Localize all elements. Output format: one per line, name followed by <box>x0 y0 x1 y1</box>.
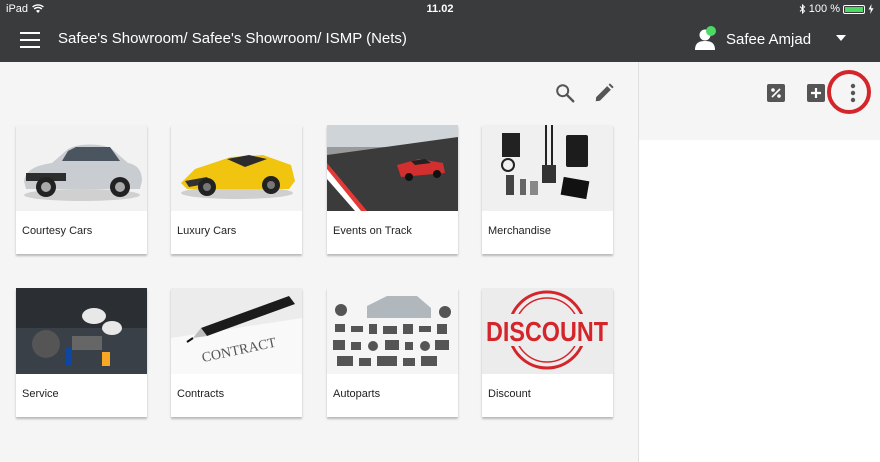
breadcrumb-title: Safee's Showroom/ Safee's Showroom/ ISMP… <box>58 30 407 47</box>
merchandise-image <box>482 125 613 211</box>
category-label: Events on Track <box>333 225 412 237</box>
bluetooth-icon <box>799 4 806 14</box>
battery-fill <box>845 6 863 12</box>
pencil-icon[interactable] <box>593 82 615 104</box>
autoparts-image <box>327 288 458 374</box>
user-menu[interactable]: Safee Amjad <box>694 26 811 52</box>
add-box-icon[interactable] <box>807 84 825 102</box>
status-bar: iPad 11.02 100 % <box>0 0 880 18</box>
app-header: Safee's Showroom/ Safee's Showroom/ ISMP… <box>0 18 880 62</box>
battery-icon <box>843 4 865 14</box>
category-card-service[interactable]: Service <box>16 288 147 417</box>
highlight-annotation-circle <box>827 70 871 114</box>
percent-icon[interactable] <box>767 84 785 102</box>
category-card-luxury-cars[interactable]: Luxury Cars <box>171 125 302 254</box>
user-dropdown-arrow-icon[interactable] <box>836 35 846 41</box>
discount-image: DISCOUNT <box>482 288 613 374</box>
courtesy-cars-image <box>16 125 147 211</box>
luxury-cars-image <box>171 125 302 211</box>
category-label: Service <box>22 388 59 400</box>
svg-text:DISCOUNT: DISCOUNT <box>486 316 608 347</box>
category-card-contracts[interactable]: CONTRACT Contracts <box>171 288 302 417</box>
category-card-autoparts[interactable]: Autoparts <box>327 288 458 417</box>
category-card-merchandise[interactable]: Merchandise <box>482 125 613 254</box>
category-label: Luxury Cars <box>177 225 237 237</box>
search-icon[interactable] <box>554 82 576 104</box>
events-on-track-image <box>327 125 458 211</box>
category-label: Merchandise <box>488 225 551 237</box>
category-card-events-on-track[interactable]: Events on Track <box>327 125 458 254</box>
category-card-courtesy-cars[interactable]: Courtesy Cars <box>16 125 147 254</box>
user-name: Safee Amjad <box>726 30 812 48</box>
category-label: Autoparts <box>333 388 381 400</box>
status-right: 100 % <box>799 3 874 15</box>
status-time: 11.02 <box>426 3 454 15</box>
hamburger-menu-icon[interactable] <box>20 30 40 50</box>
detail-panel <box>639 62 880 462</box>
category-label: Discount <box>488 388 531 400</box>
user-avatar-icon <box>695 26 716 50</box>
category-label: Contracts <box>177 388 225 400</box>
category-panel: Courtesy Cars Luxury Cars Events on Trac… <box>0 62 638 462</box>
detail-toolbar <box>639 62 880 140</box>
online-status-icon <box>706 26 716 36</box>
battery-percent: 100 % <box>808 3 840 15</box>
service-image <box>16 288 147 374</box>
category-label: Courtesy Cars <box>22 225 93 237</box>
category-card-discount[interactable]: DISCOUNT Discount <box>482 288 613 417</box>
contracts-image: CONTRACT <box>171 288 302 374</box>
charging-icon <box>868 4 874 14</box>
